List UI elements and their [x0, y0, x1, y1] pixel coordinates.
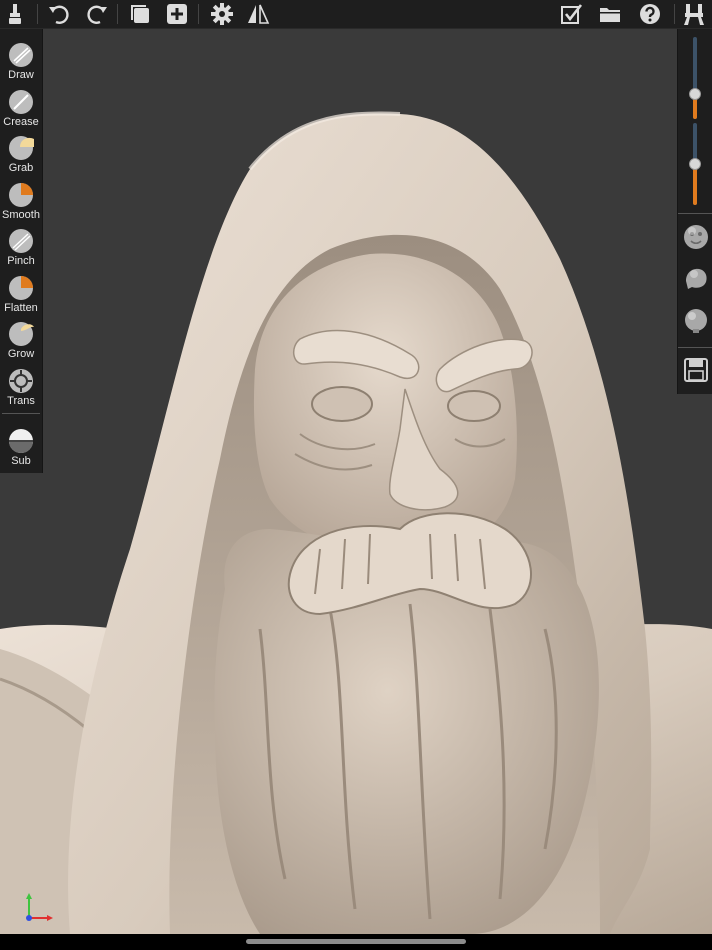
tool-label: Pinch	[7, 255, 35, 267]
tool-label: Sub	[11, 455, 31, 467]
tool-label: Smooth	[2, 209, 40, 221]
add-icon[interactable]	[165, 2, 189, 26]
home-indicator[interactable]	[246, 939, 466, 944]
draw-icon	[9, 43, 33, 67]
tool-trans[interactable]: Trans	[0, 361, 42, 407]
tool-grab[interactable]: Grab	[0, 128, 42, 174]
right-panel	[677, 29, 712, 394]
sculpt-viewport[interactable]	[0, 29, 712, 934]
pinch-icon	[9, 229, 33, 253]
tool-palette: Draw Crease Grab Smooth Pinch Flatten Gr…	[0, 29, 43, 473]
tool-pinch[interactable]: Pinch	[0, 221, 42, 267]
save-icon	[684, 358, 708, 382]
intensity-slider[interactable]	[689, 123, 701, 205]
layers-icon[interactable]	[129, 2, 153, 26]
panel-divider	[678, 347, 712, 348]
tool-label: Grow	[7, 348, 35, 360]
matcap-sphere-button[interactable]	[682, 307, 710, 335]
toolbar-divider	[37, 4, 38, 24]
transform-icon	[9, 369, 33, 393]
tool-draw[interactable]: Draw	[0, 35, 42, 81]
top-toolbar	[0, 0, 712, 29]
matcap-face-icon	[684, 225, 708, 249]
tool-sub[interactable]: Sub	[0, 421, 42, 467]
tool-label: Grab	[8, 162, 34, 174]
tool-divider	[2, 413, 40, 414]
save-button[interactable]	[682, 356, 710, 384]
toolbar-divider	[117, 4, 118, 24]
smooth-icon	[9, 183, 33, 207]
tool-label: Draw	[8, 69, 34, 81]
settings-icon[interactable]	[210, 2, 234, 26]
panel-divider	[678, 213, 712, 214]
symmetry-icon[interactable]	[246, 2, 270, 26]
slider-knob[interactable]	[689, 88, 701, 100]
matcap-sphere-icon	[685, 309, 707, 333]
tool-label: Crease	[3, 116, 39, 128]
redo-icon[interactable]	[84, 2, 108, 26]
tool-label: Trans	[7, 395, 35, 407]
picker-icon[interactable]	[682, 2, 706, 26]
folder-icon[interactable]	[598, 2, 622, 26]
slider-knob[interactable]	[689, 158, 701, 170]
undo-icon[interactable]	[48, 2, 72, 26]
toolbar-divider	[198, 4, 199, 24]
grab-icon	[9, 136, 34, 160]
toolbar-divider	[674, 4, 675, 24]
axis-gizmo	[26, 893, 53, 921]
matcap-face-button[interactable]	[682, 223, 710, 251]
slider-fill	[693, 164, 697, 205]
tool-crease[interactable]: Crease	[0, 82, 42, 128]
crease-icon	[9, 90, 33, 114]
subdivide-icon	[9, 429, 33, 453]
checkbox-icon[interactable]	[559, 2, 583, 26]
tool-smooth[interactable]: Smooth	[0, 175, 42, 221]
radius-slider[interactable]	[689, 37, 701, 119]
brush-menu-icon[interactable]	[3, 2, 27, 26]
flatten-icon	[9, 276, 33, 300]
help-icon[interactable]	[638, 2, 662, 26]
tool-label: Flatten	[4, 302, 38, 314]
matcap-head-button[interactable]	[682, 265, 710, 293]
tool-flatten[interactable]: Flatten	[0, 268, 42, 314]
matcap-head-icon	[686, 268, 707, 289]
sculpted-model[interactable]	[0, 29, 712, 934]
tool-grow[interactable]: Grow	[0, 314, 42, 360]
grow-icon	[9, 322, 34, 346]
